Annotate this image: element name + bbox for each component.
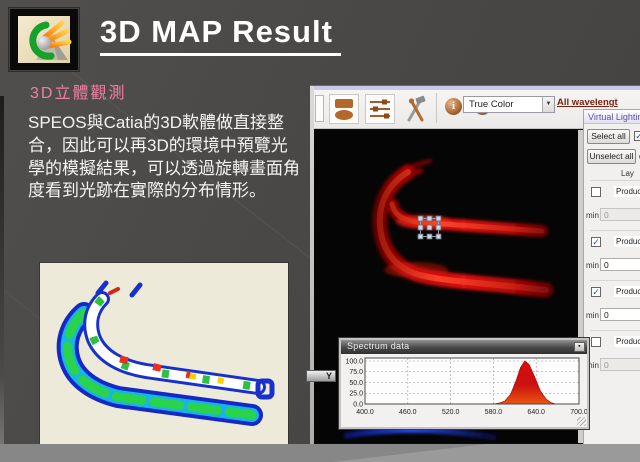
color-mode-value: True Color xyxy=(469,99,514,110)
product-row: ✓ Produc min0 xyxy=(584,280,640,330)
svg-text:520.0: 520.0 xyxy=(442,409,460,416)
info-icon: i xyxy=(452,100,455,112)
product-label: Produc xyxy=(614,336,640,347)
speos-logo-icon xyxy=(18,16,70,63)
product-row: ✓ Produc min0 xyxy=(584,230,640,280)
virtual-lighting-panel: Virtual Lighting Select all ✓ Unselect a… xyxy=(583,109,640,444)
virtual-lighting-rows: Producmin0✓Producmin0✓Producmin0Producmi… xyxy=(584,180,640,380)
svg-text:400.0: 400.0 xyxy=(356,409,374,416)
svg-text:640.0: 640.0 xyxy=(527,409,545,416)
svg-text:0.0: 0.0 xyxy=(353,401,363,408)
shapes-tool-button[interactable] xyxy=(329,94,359,124)
clipped-toolbar-icon[interactable] xyxy=(315,95,324,122)
slide-logo xyxy=(8,7,80,72)
spectrum-window: Spectrum data ▪ 400.0 460.0 520.0 580.0 640.… xyxy=(339,338,589,429)
resize-grip-icon[interactable] xyxy=(577,417,586,426)
toolbar-top-strip xyxy=(314,86,640,90)
product-checkbox[interactable]: ✓ xyxy=(591,287,601,297)
row-separator xyxy=(590,330,640,331)
info-button[interactable]: i xyxy=(445,98,462,115)
sliders-icon xyxy=(366,95,394,123)
product-checkbox[interactable] xyxy=(591,337,601,347)
product-label: Produc xyxy=(614,286,640,297)
spectrum-plot: 400.0 460.0 520.0 580.0 640.0 700.0 0.0 25.0 50.… xyxy=(341,354,587,427)
min-input[interactable]: 0 xyxy=(600,208,640,221)
row-separator xyxy=(590,180,640,181)
layer-label: Lay xyxy=(621,169,634,178)
product-label: Produc xyxy=(614,236,640,247)
product-label: Produc xyxy=(614,186,640,197)
svg-text:100.0: 100.0 xyxy=(345,358,363,365)
shapes-icon xyxy=(330,95,358,123)
product-row: Producmin0 xyxy=(584,330,640,380)
min-input[interactable]: 0 xyxy=(600,308,640,321)
min-label: min xyxy=(586,211,599,220)
svg-text:580.0: 580.0 xyxy=(485,409,503,416)
unselect-all-button[interactable]: Unselect all xyxy=(587,149,636,164)
row-separator xyxy=(590,280,640,281)
page-title: 3D MAP Result xyxy=(100,14,341,56)
svg-text:460.0: 460.0 xyxy=(399,409,417,416)
svg-text:25.0: 25.0 xyxy=(349,391,363,398)
chevron-down-icon[interactable]: ▼ xyxy=(542,97,554,112)
body-text: SPEOS與Catia的3D軟體做直接整合，因此可以再3D的環境中預覽光學的模擬… xyxy=(28,112,300,203)
svg-text:700.0: 700.0 xyxy=(570,409,587,416)
tools-icon xyxy=(403,94,429,124)
bottom-band xyxy=(0,444,640,462)
tools-button[interactable] xyxy=(403,94,429,124)
wavelength-link[interactable]: All wavelengt xyxy=(557,97,618,108)
product-checkbox[interactable]: ✓ xyxy=(591,237,601,247)
spectrum-titlebar[interactable]: Spectrum data ▪ xyxy=(341,340,587,354)
toolbar-separator xyxy=(436,93,437,123)
svg-text:75.0: 75.0 xyxy=(349,369,363,376)
min-label: min xyxy=(586,261,599,270)
selection-gizmo xyxy=(418,216,441,239)
spectrum-title: Spectrum data xyxy=(347,341,409,351)
lightguide-falsecolor-image xyxy=(40,263,288,445)
min-input[interactable]: 0 xyxy=(600,258,640,271)
left-edge-strip xyxy=(0,96,4,444)
sliders-tool-button[interactable] xyxy=(365,94,395,124)
product-row: Produc min0 xyxy=(584,180,640,230)
spectrum-body: 400.0 460.0 520.0 580.0 640.0 700.0 0.0 25.0 50.… xyxy=(341,354,587,427)
subtitle: 3D立體觀測 xyxy=(30,79,126,103)
select-all-checkbox[interactable]: ✓ xyxy=(634,131,640,141)
color-mode-dropdown[interactable]: True Color ▼ xyxy=(463,96,555,113)
close-icon[interactable]: ▪ xyxy=(574,342,585,352)
row-separator xyxy=(590,230,640,231)
y-axis-handle[interactable]: Y xyxy=(306,370,336,382)
min-label: min xyxy=(586,311,599,320)
svg-text:50.0: 50.0 xyxy=(349,380,363,387)
panel-title: Virtual Lighting xyxy=(584,110,640,124)
select-all-button[interactable]: Select all xyxy=(587,129,630,144)
product-checkbox[interactable] xyxy=(591,187,601,197)
min-input[interactable]: 0 xyxy=(600,358,640,371)
slide: 3D MAP Result 3D立體觀測 SPEOS與Catia的3D軟體做直接… xyxy=(0,0,640,462)
